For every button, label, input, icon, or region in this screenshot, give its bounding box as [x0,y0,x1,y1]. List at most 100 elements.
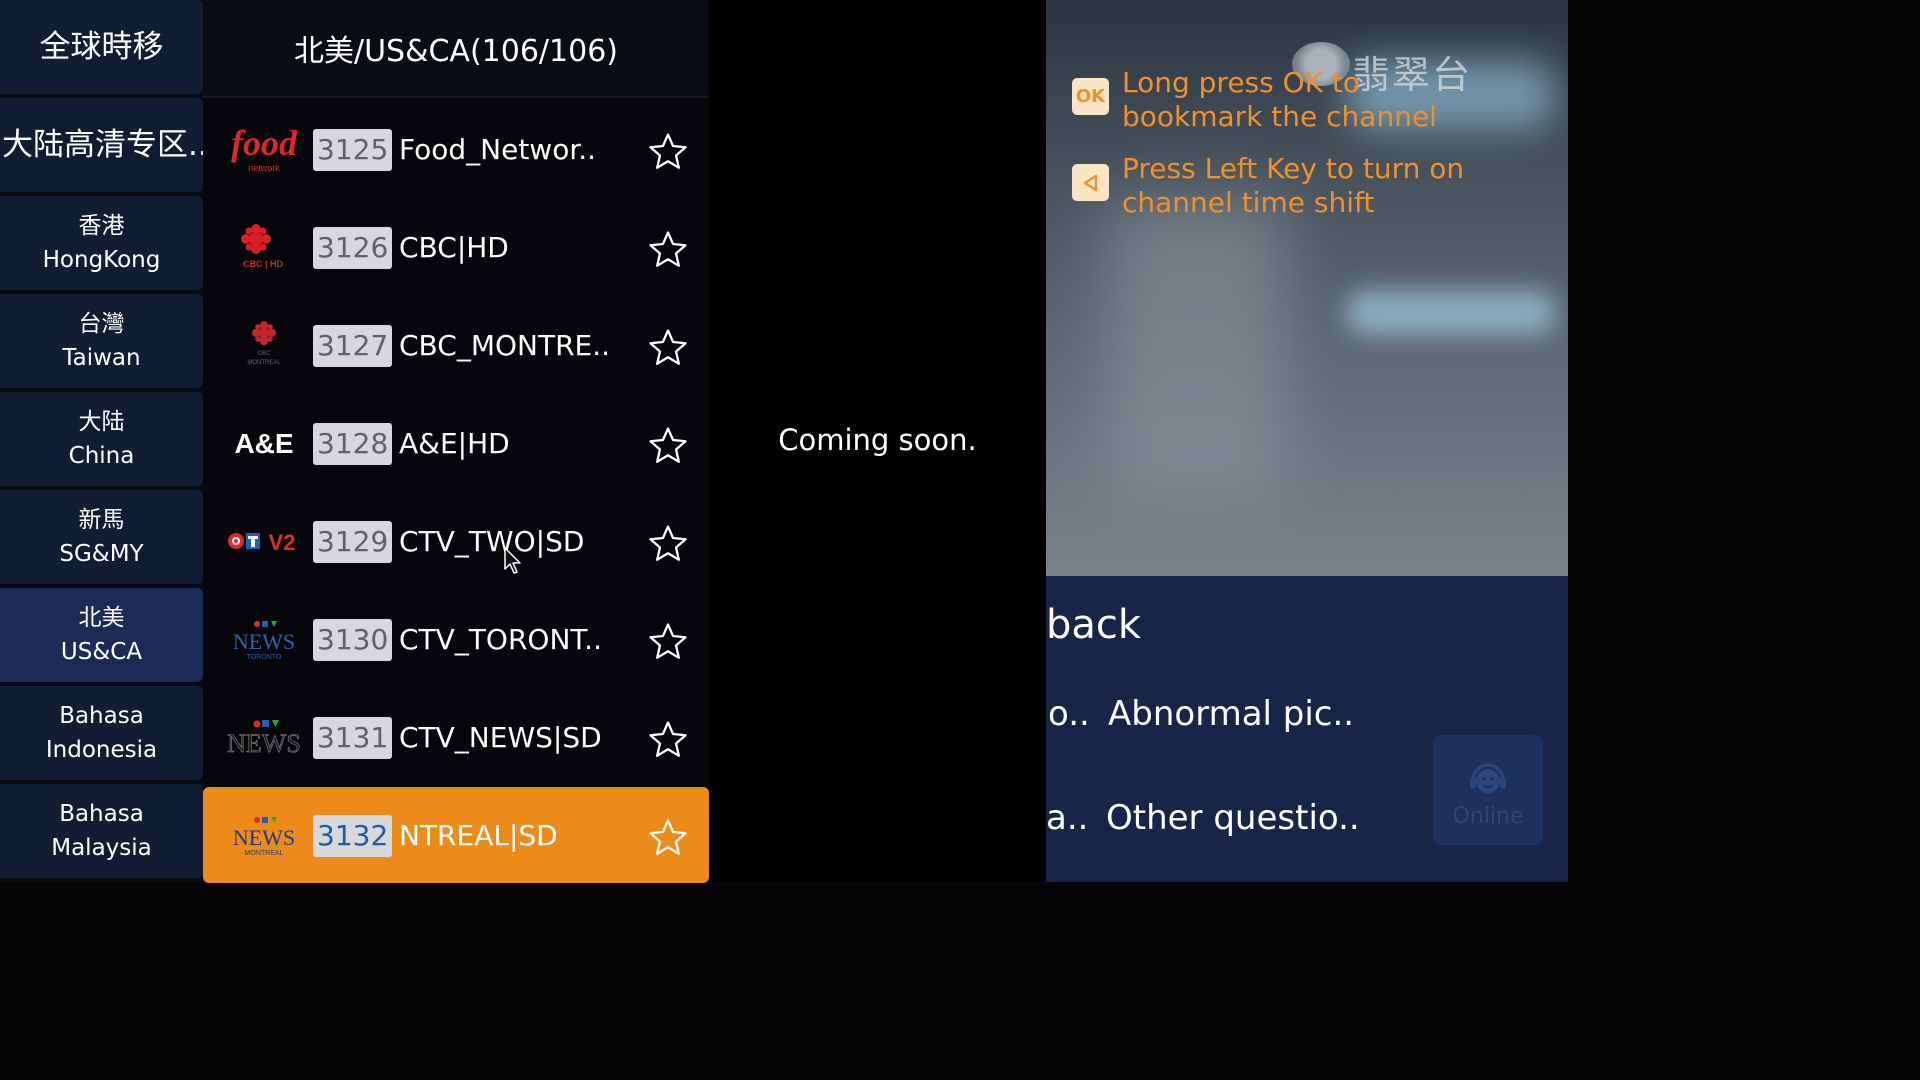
ctv2-logo: V2 [223,511,305,571]
ok-icon: OK [1072,78,1109,115]
tip-text: Press Left Key to turn on channel time s… [1122,152,1465,219]
video-frame-light [1346,290,1556,335]
video-frame-blur [1106,200,1286,500]
favorite-star-icon[interactable] [647,719,689,761]
region-item-mainland-hd[interactable]: 大陆高清专区.. [0,98,203,192]
tip-text: Long press OK to bookmark the channel [1122,66,1437,133]
region-item-label-2: Indonesia [45,737,158,763]
channel-list-panel: 北美/US&CA(106/106) food network 3125 Food… [203,0,709,883]
svg-text:NEWS: NEWS [233,629,295,654]
region-item-label-en: China [68,443,135,469]
region-item-taiwan[interactable]: 台灣 Taiwan [0,294,203,388]
favorite-star-icon[interactable] [647,131,689,173]
favorite-star-icon[interactable] [647,229,689,271]
channel-row[interactable]: CBC | HD 3126 CBC|HD [203,199,709,295]
channel-row[interactable]: CBC MONTREAL 3127 CBC_MONTRE.. [203,297,709,393]
region-sidebar: 全球時移 大陆高清专区.. 香港 HongKong 台灣 Taiwan 大陆 C… [0,0,203,882]
channel-row-selected[interactable]: NEWS MONTREAL 3132 NTREAL|SD [203,787,709,883]
region-item-indonesia[interactable]: Bahasa Indonesia [0,686,203,780]
svg-text:CBC: CBC [258,351,271,357]
region-item-label-zh: 台灣 [78,311,125,337]
region-item-malaysia[interactable]: Bahasa Malaysia [0,784,203,878]
cbc-hd-logo: CBC | HD [223,217,305,277]
feedback-item-abnormal-picture[interactable]: Abnormal pic.. [1108,694,1354,734]
ctv-news-toronto-logo: NEWS TORONTO [223,609,305,669]
svg-text:MONTREAL: MONTREAL [247,360,281,366]
channel-number: 3127 [313,325,393,367]
svg-text:NEWS: NEWS [233,825,295,850]
channel-number: 3129 [313,521,393,563]
ctv-news-montreal-logo: NEWS MONTREAL [223,805,305,865]
food-network-logo: food network [223,119,305,179]
channel-name: Food_Networ.. [399,133,597,166]
channel-number: 3132 [313,815,393,857]
channel-row[interactable]: NEWS TORONTO 3130 CTV_TORONT.. [203,591,709,687]
cbc-montreal-logo: CBC MONTREAL [223,315,305,375]
favorite-star-icon[interactable] [647,327,689,369]
region-item-label-2: Malaysia [51,835,152,861]
online-support-button[interactable]: Online [1433,735,1543,845]
channel-row[interactable]: A&E 3128 A&E|HD [203,395,709,491]
region-item-label-1: Bahasa [59,801,144,827]
channel-name: CBC|HD [399,231,509,264]
feedback-item-other-question[interactable]: Other questio.. [1106,798,1360,838]
region-item-china[interactable]: 大陆 China [0,392,203,486]
region-item-label: 大陆高清专区.. [2,127,203,163]
svg-text:NEWS: NEWS [227,729,301,758]
channel-name: CTV_TWO|SD [399,525,585,558]
svg-text:food: food [231,123,298,163]
svg-text:V2: V2 [269,530,296,555]
favorite-star-icon[interactable] [647,817,689,859]
svg-text:A&E: A&E [234,428,293,459]
channel-name: CTV_NEWS|SD [399,721,602,754]
region-header-label: 全球時移 [39,29,164,65]
channel-number: 3130 [313,619,393,661]
channel-row[interactable]: NEWS 3131 CTV_NEWS|SD [203,689,709,785]
ctv-news-logo: NEWS [223,707,305,767]
favorite-star-icon[interactable] [647,425,689,467]
channel-row[interactable]: food network 3125 Food_Networ.. [203,101,709,197]
ae-logo: A&E [223,413,305,473]
channel-name: CBC_MONTRE.. [399,329,611,362]
feedback-title: back [1046,602,1142,648]
online-label: Online [1452,804,1524,829]
region-item-label-en: US&CA [60,639,143,665]
region-item-label-en: Taiwan [62,345,141,371]
region-item-label-zh: 大陆 [78,409,125,435]
feedback-item-prefix[interactable]: o.. [1048,694,1090,734]
svg-text:network: network [248,163,280,173]
region-item-hongkong[interactable]: 香港 HongKong [0,196,203,290]
epg-preview-area: Coming soon. [709,0,1046,882]
channel-name: NTREAL|SD [399,819,558,852]
channel-name: A&E|HD [399,427,510,460]
svg-text:MONTREAL: MONTREAL [245,850,284,857]
tip-time-shift: Press Left Key to turn on channel time s… [1072,152,1502,220]
channel-number: 3125 [313,129,393,171]
region-item-label-en: SG&MY [59,541,144,567]
region-item-sg-my[interactable]: 新馬 SG&MY [0,490,203,584]
channel-list-title: 北美/US&CA(106/106) [203,0,709,96]
channel-number: 3131 [313,717,393,759]
channel-number: 3126 [313,227,393,269]
mouse-cursor-icon [504,547,521,574]
left-arrow-icon [1072,164,1109,201]
favorite-star-icon[interactable] [647,621,689,663]
region-item-label-zh: 香港 [78,213,125,239]
svg-text:TORONTO: TORONTO [247,654,282,661]
region-item-label-zh: 北美 [78,605,125,631]
region-item-us-ca[interactable]: 北美 US&CA [0,588,203,682]
coming-soon-text: Coming soon. [778,423,977,457]
header-divider [203,96,709,98]
region-header-global-timeshift[interactable]: 全球時移 [0,0,203,94]
channel-number: 3128 [313,423,393,465]
feedback-panel: back o.. Abnormal pic.. a.. Other questi… [1046,576,1568,882]
favorite-star-icon[interactable] [647,523,689,565]
headset-icon [1470,763,1506,793]
tip-bookmark: OK Long press OK to bookmark the channel [1072,66,1502,134]
channel-row[interactable]: V2 3129 CTV_TWO|SD [203,493,709,589]
svg-text:CBC | HD: CBC | HD [243,259,284,269]
channel-name: CTV_TORONT.. [399,623,602,656]
region-item-label-en: HongKong [42,247,161,273]
region-item-label-zh: 新馬 [78,507,125,533]
feedback-item-prefix[interactable]: a.. [1046,798,1088,838]
